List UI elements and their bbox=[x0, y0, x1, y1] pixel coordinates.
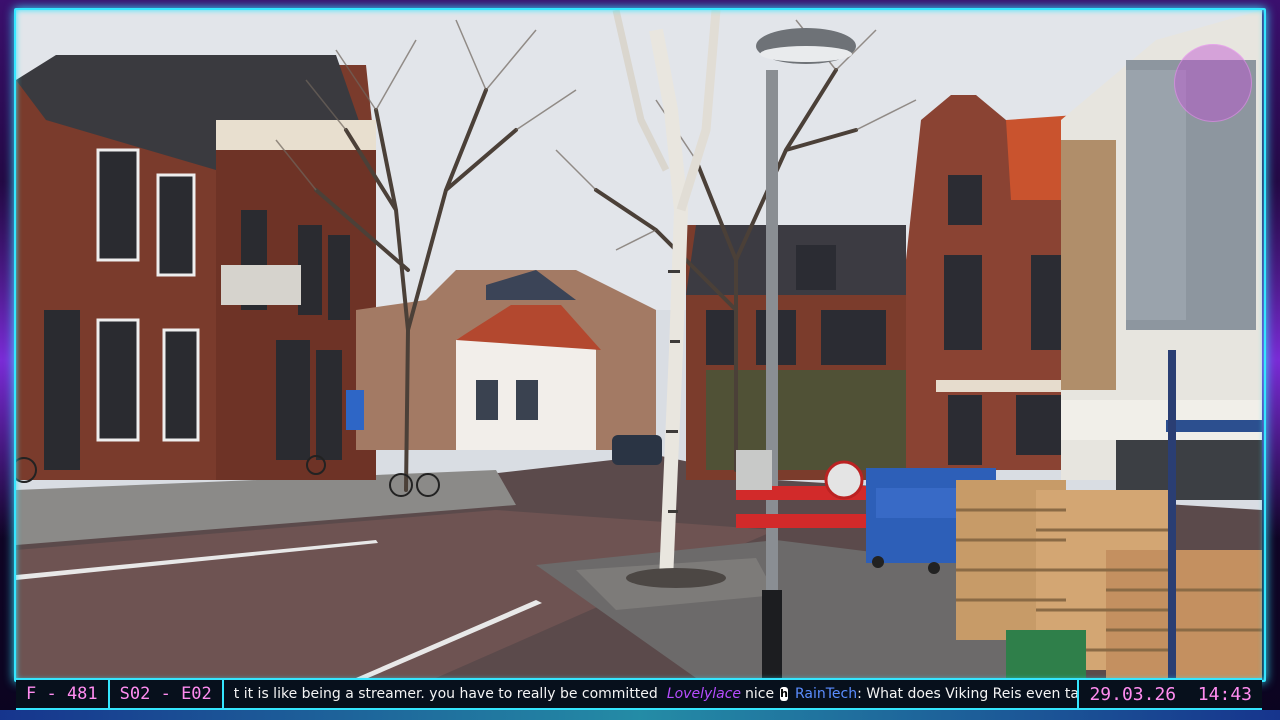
chat-message-text: nice bbox=[745, 686, 775, 702]
chat-username: RainTech bbox=[794, 686, 858, 702]
chat-message-text: : What does Viking Reis even taste like? bbox=[857, 686, 1078, 702]
chat-username: Lovelylace bbox=[666, 686, 742, 702]
h-badge-icon: h bbox=[780, 687, 788, 701]
video-feed bbox=[16, 10, 1262, 678]
episode-label: S02 - E02 bbox=[110, 680, 224, 708]
bottom-glow-decoration bbox=[0, 710, 1280, 720]
stream-ticker-bar: F - 481 S02 - E02 t it is like being a s… bbox=[16, 678, 1262, 710]
chat-ticker: t it is like being a streamer. you have … bbox=[224, 680, 1078, 708]
street-scene bbox=[16, 10, 1262, 678]
date-time-clock: 29.03.26 14:43 bbox=[1077, 680, 1262, 708]
chat-message-text: t it is like being a streamer. you have … bbox=[233, 686, 658, 702]
streamer-avatar bbox=[1174, 44, 1252, 122]
counter-label: F - 481 bbox=[16, 680, 110, 708]
